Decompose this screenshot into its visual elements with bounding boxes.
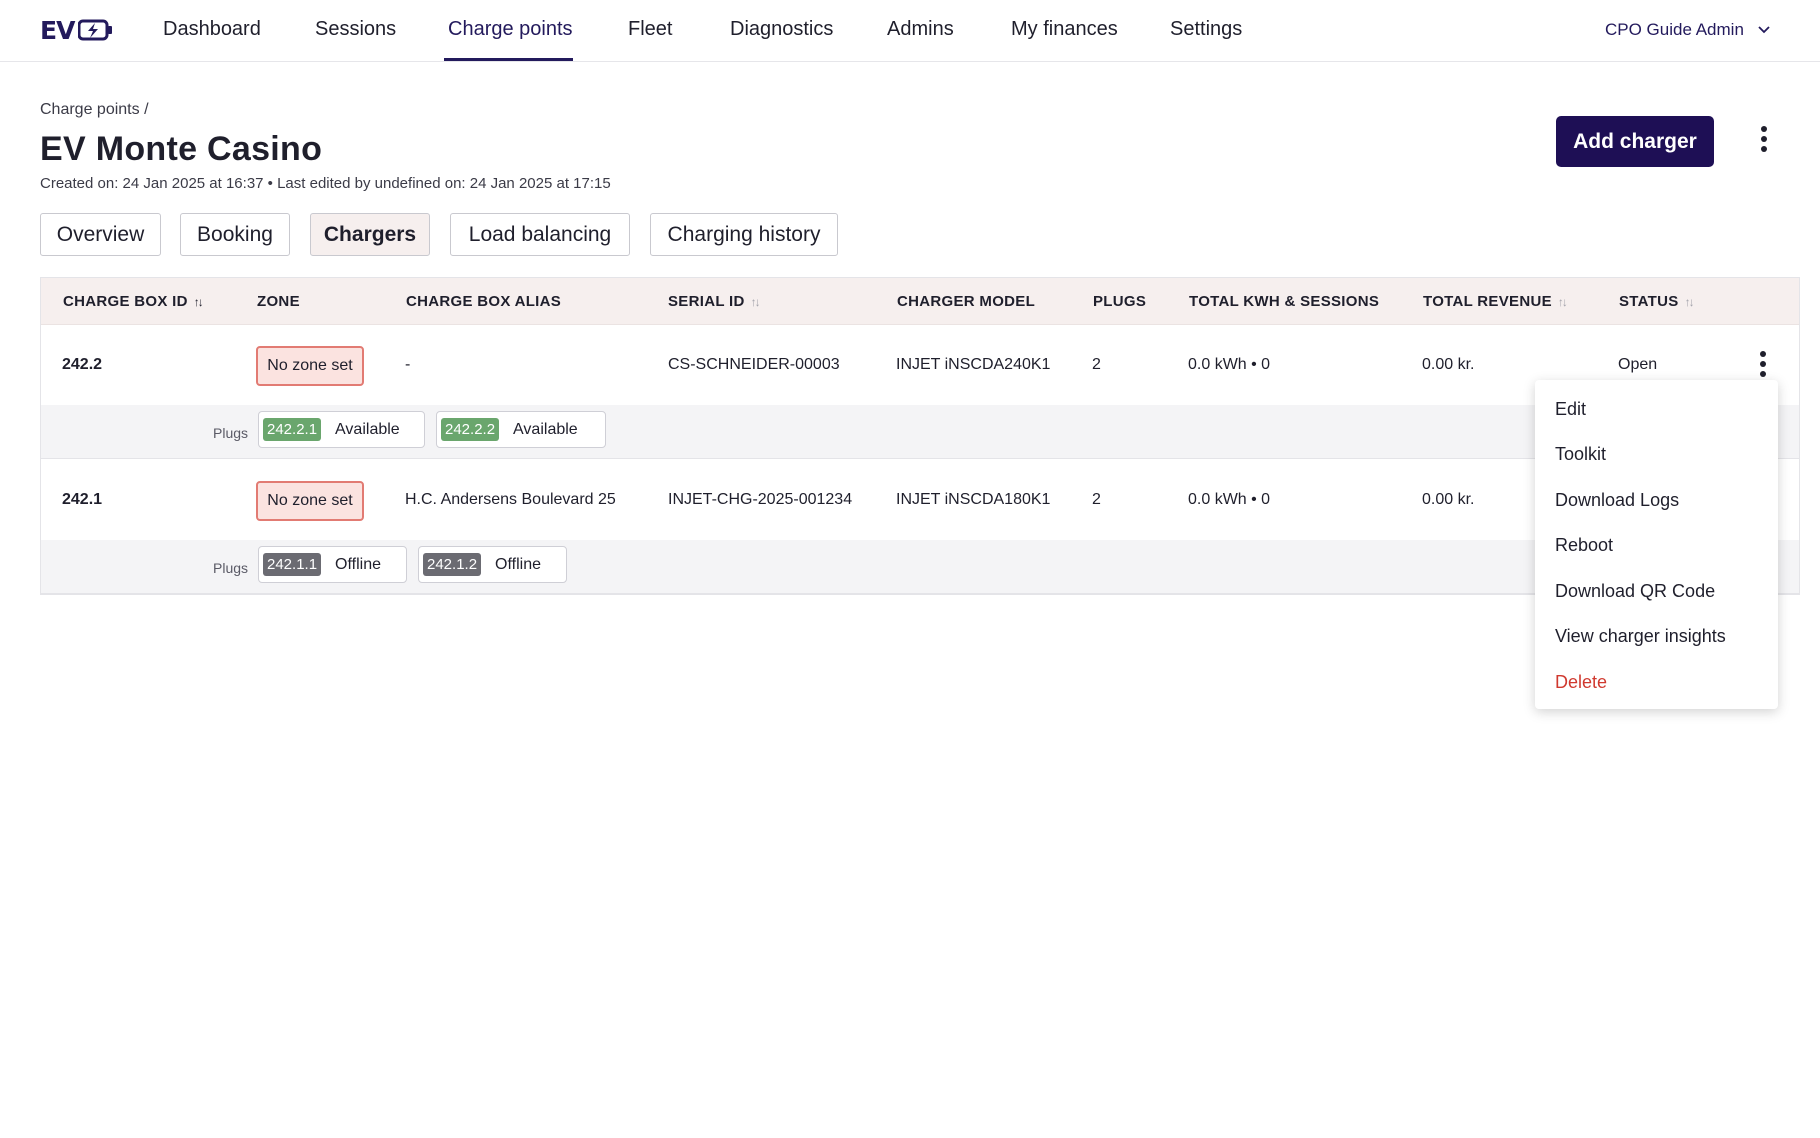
charge-box-id[interactable]: 242.1 — [62, 491, 102, 509]
col-zone: ZONE — [257, 293, 300, 310]
tab-charging-history[interactable]: Charging history — [650, 213, 838, 256]
plugs-count: 2 — [1092, 491, 1101, 508]
col-total-kwh-sessions: TOTAL KWH & SESSIONS — [1189, 293, 1380, 310]
page-kebab-menu-icon[interactable] — [1754, 126, 1774, 158]
col-serial-id[interactable]: SERIAL ID ↑↓ — [668, 293, 761, 310]
nav-my-finances[interactable]: My finances — [1011, 18, 1118, 41]
ev-logo[interactable]: EV — [40, 15, 114, 45]
table-header: CHARGE BOX ID ↑↓ ZONE CHARGE BOX ALIAS SE… — [41, 278, 1799, 325]
plug-state: Available — [513, 420, 578, 438]
plug-id: 242.2.2 — [441, 418, 500, 441]
menu-item-reboot[interactable]: Reboot — [1555, 535, 1613, 556]
zone-badge: No zone set — [256, 481, 364, 521]
top-navigation: EV Dashboard Sessions Charge points Flee… — [0, 0, 1820, 62]
status: Open — [1618, 356, 1658, 373]
plugs-count: 2 — [1092, 356, 1101, 373]
menu-item-view-charger-insights[interactable]: View charger insights — [1555, 626, 1726, 647]
plug-chip[interactable]: 242.2.1 Available — [258, 411, 425, 448]
plugs-label: Plugs — [213, 560, 249, 576]
col-plugs: PLUGS — [1093, 293, 1147, 310]
menu-item-download-qr-code[interactable]: Download QR Code — [1555, 581, 1715, 602]
logo-text: EV — [40, 15, 75, 45]
sort-arrows-icon[interactable]: ↑↓ — [751, 295, 761, 309]
row-kebab-menu-icon[interactable] — [1756, 351, 1770, 381]
add-charger-button[interactable]: Add charger — [1556, 116, 1714, 167]
charger-model: INJET iNSCDA240K1 — [896, 356, 1051, 373]
ev-bolt-logo-icon — [78, 19, 113, 41]
plug-chip[interactable]: 242.2.2 Available — [436, 411, 606, 448]
total-kwh-sessions: 0.0 kWh • 0 — [1188, 491, 1271, 508]
page-title: EV Monte Casino — [40, 130, 323, 168]
plug-id: 242.1.2 — [423, 553, 482, 576]
user-name: CPO Guide Admin — [1605, 20, 1744, 39]
zone-badge: No zone set — [256, 346, 364, 386]
col-total-revenue[interactable]: TOTAL REVENUE ↑↓ — [1423, 293, 1568, 310]
plug-state: Available — [335, 420, 400, 438]
tab-booking[interactable]: Booking — [180, 213, 290, 256]
nav-settings[interactable]: Settings — [1170, 18, 1242, 41]
active-nav-indicator — [444, 58, 573, 61]
plug-id: 242.2.1 — [263, 418, 322, 441]
plug-state: Offline — [495, 555, 541, 573]
col-charge-box-alias: CHARGE BOX ALIAS — [406, 293, 562, 310]
sort-arrows-icon[interactable]: ↑↓ — [1685, 295, 1695, 309]
nav-charge-points[interactable]: Charge points — [448, 18, 573, 41]
chevron-down-icon — [1758, 26, 1770, 34]
charge-box-alias: H.C. Andersens Boulevard 25 — [405, 491, 616, 508]
menu-item-toolkit[interactable]: Toolkit — [1555, 444, 1606, 465]
col-status[interactable]: STATUS ↑↓ — [1619, 293, 1695, 310]
tab-load-balancing[interactable]: Load balancing — [450, 213, 630, 256]
col-charge-box-id[interactable]: CHARGE BOX ID ↑↓ — [63, 293, 204, 310]
serial-id: INJET-CHG-2025-001234 — [668, 491, 853, 508]
total-kwh-sessions: 0.0 kWh • 0 — [1188, 356, 1271, 373]
charger-model: INJET iNSCDA180K1 — [896, 491, 1051, 508]
menu-item-edit[interactable]: Edit — [1555, 399, 1586, 420]
nav-admins[interactable]: Admins — [887, 18, 954, 41]
nav-diagnostics[interactable]: Diagnostics — [730, 18, 833, 41]
serial-id: CS-SCHNEIDER-00003 — [668, 356, 840, 373]
total-revenue: 0.00 kr. — [1422, 356, 1475, 373]
charge-box-id[interactable]: 242.2 — [62, 356, 102, 374]
plug-state: Offline — [335, 555, 381, 573]
breadcrumb[interactable]: Charge points / — [40, 101, 149, 119]
user-menu[interactable]: CPO Guide Admin — [1605, 20, 1770, 40]
page-meta: Created on: 24 Jan 2025 at 16:37 • Last … — [40, 175, 611, 192]
plug-chip[interactable]: 242.1.2 Offline — [418, 546, 567, 583]
tab-overview[interactable]: Overview — [40, 213, 161, 256]
col-charger-model: CHARGER MODEL — [897, 293, 1036, 310]
plug-chip[interactable]: 242.1.1 Offline — [258, 546, 407, 583]
charge-box-alias: - — [405, 356, 411, 373]
menu-item-delete[interactable]: Delete — [1555, 672, 1607, 693]
tab-chargers[interactable]: Chargers — [310, 213, 430, 256]
row-actions-menu: Edit Toolkit Download Logs Reboot Downlo… — [1535, 380, 1778, 709]
nav-dashboard[interactable]: Dashboard — [163, 18, 261, 41]
nav-fleet[interactable]: Fleet — [628, 18, 672, 41]
menu-item-download-logs[interactable]: Download Logs — [1555, 490, 1679, 511]
plug-id: 242.1.1 — [263, 553, 322, 576]
plugs-label: Plugs — [213, 425, 249, 441]
sort-arrows-icon[interactable]: ↑↓ — [1558, 295, 1568, 309]
sort-arrows-icon[interactable]: ↑↓ — [194, 295, 204, 309]
nav-sessions[interactable]: Sessions — [315, 18, 396, 41]
total-revenue: 0.00 kr. — [1422, 491, 1475, 508]
